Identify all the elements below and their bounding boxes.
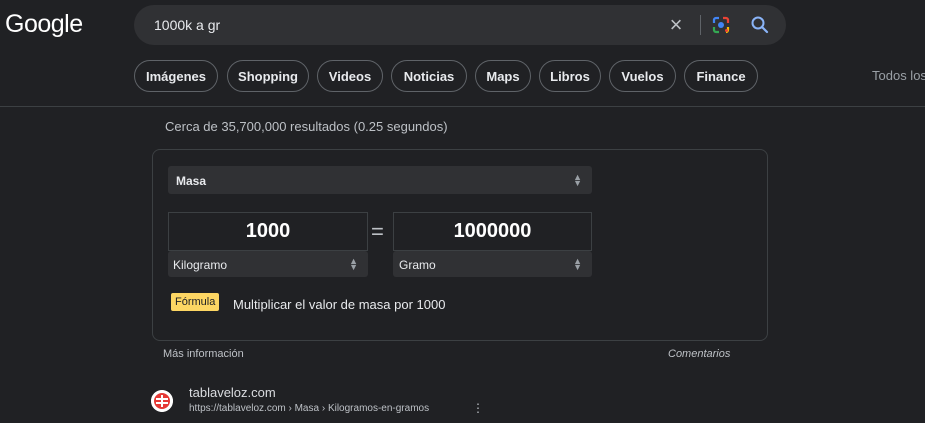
from-unit-select[interactable]: Kilogramo ▲ ▼ — [168, 251, 368, 277]
all-filters-link[interactable]: Todos los — [872, 68, 925, 83]
result-site-name[interactable]: tablaveloz.com — [189, 385, 276, 400]
to-unit-select[interactable]: Gramo ▲ ▼ — [393, 251, 592, 277]
chip-images[interactable]: Imágenes — [134, 60, 218, 92]
select-arrows-icon: ▲ ▼ — [573, 256, 582, 272]
more-info-link[interactable]: Más información — [163, 348, 244, 360]
select-arrows-icon: ▲ ▼ — [573, 172, 582, 188]
clear-icon[interactable]: × — [665, 14, 687, 37]
site-favicon-icon — [151, 390, 173, 412]
to-value-input[interactable]: 1000000 — [393, 212, 592, 251]
search-input[interactable] — [154, 5, 654, 45]
searchbox-divider — [700, 15, 701, 35]
select-arrows-icon: ▲ ▼ — [349, 256, 358, 272]
search-box[interactable]: × — [134, 5, 786, 45]
from-unit-label: Kilogramo — [173, 258, 228, 272]
from-value-input[interactable]: 1000 — [168, 212, 368, 251]
chip-books[interactable]: Libros — [539, 60, 601, 92]
result-url[interactable]: https://tablaveloz.com › Masa › Kilogram… — [189, 403, 429, 414]
chip-videos[interactable]: Videos — [317, 60, 383, 92]
result-stats: Cerca de 35,700,000 resultados (0.25 seg… — [165, 119, 448, 134]
search-icon[interactable] — [750, 15, 770, 35]
feedback-link[interactable]: Comentarios — [668, 348, 730, 360]
formula-badge: Fórmula — [171, 293, 220, 311]
formula-text: Multiplicar el valor de masa por 1000 — [233, 297, 446, 312]
category-select[interactable]: Masa ▲ ▼ — [168, 166, 592, 194]
chip-news[interactable]: Noticias — [391, 60, 467, 92]
equals-sign: = — [371, 219, 384, 244]
more-options-icon[interactable]: ⋮ — [472, 401, 484, 415]
category-select-label: Masa — [176, 174, 207, 188]
google-logo[interactable]: Google — [5, 10, 83, 39]
to-unit-label: Gramo — [399, 258, 436, 272]
chip-maps[interactable]: Maps — [475, 60, 531, 92]
google-lens-icon[interactable] — [711, 15, 731, 35]
header: Google × Imágenes Shopping Videos Notici… — [0, 0, 925, 107]
chip-shopping[interactable]: Shopping — [227, 60, 309, 92]
chip-finance[interactable]: Finance — [684, 60, 758, 92]
chip-flights[interactable]: Vuelos — [609, 60, 676, 92]
